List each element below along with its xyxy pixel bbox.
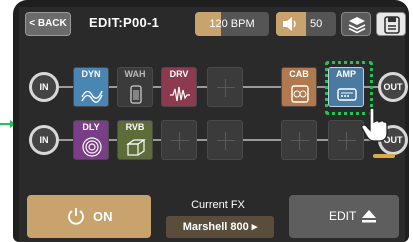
- dyn-wave-icon: [81, 90, 103, 103]
- fx-slot-label: DYN: [81, 69, 101, 79]
- chain-1-input[interactable]: IN: [29, 72, 59, 102]
- drive-wave-icon: [170, 86, 190, 102]
- current-fx-selector[interactable]: Marshell 800 ▸: [166, 216, 274, 238]
- bpm-label: 120 BPM: [209, 18, 255, 30]
- fx-slot-dly[interactable]: DLY: [73, 120, 109, 160]
- fx-slot-label: DRV: [169, 69, 189, 79]
- delay-circles-icon: [82, 137, 102, 157]
- output-active-indicator: [373, 154, 395, 158]
- fx-slot-label: CAB: [289, 69, 309, 79]
- fx-slot-label: DLY: [82, 122, 100, 132]
- reverb-cube-icon: [126, 139, 146, 156]
- save-icon: [384, 16, 400, 34]
- fx-slot-rvb[interactable]: RVB: [117, 120, 153, 160]
- fx-slot-empty[interactable]: [161, 120, 197, 160]
- layers-icon: [348, 17, 366, 34]
- fx-slot-cab[interactable]: CAB: [281, 67, 317, 107]
- edit-label: EDIT: [329, 209, 357, 223]
- chain-2-input[interactable]: IN: [29, 125, 59, 155]
- fx-on-button[interactable]: ON: [27, 195, 151, 238]
- eject-icon: [362, 210, 376, 223]
- volume-button[interactable]: 50: [276, 12, 336, 36]
- edit-button[interactable]: EDIT: [289, 195, 399, 238]
- chain-1-output[interactable]: OUT: [378, 72, 408, 102]
- wah-pedal-icon: [130, 85, 142, 104]
- back-button[interactable]: < BACK: [25, 12, 71, 36]
- fx-slot-drv[interactable]: DRV: [161, 67, 197, 107]
- fx-slot-label: RVB: [125, 122, 145, 132]
- bpm-button[interactable]: 120 BPM: [195, 12, 269, 36]
- fx-slot-label: WAH: [124, 69, 146, 79]
- cab-speaker-icon: [291, 85, 309, 103]
- fx-slot-empty[interactable]: [281, 120, 317, 160]
- speaker-icon: [283, 17, 296, 31]
- device-frame: < BACK EDIT:P00-1 120 BPM 50 IN DYN WAH …: [13, 0, 409, 242]
- fx-slot-empty[interactable]: [207, 120, 243, 160]
- fx-slot-empty[interactable]: [207, 67, 243, 107]
- layers-button[interactable]: [341, 12, 371, 36]
- fx-slot-dyn[interactable]: DYN: [73, 67, 109, 107]
- top-bar: < BACK EDIT:P00-1 120 BPM 50: [19, 7, 406, 41]
- bottom-bar: ON Current FX Marshell 800 ▸ EDIT: [19, 195, 405, 242]
- page-title: EDIT:P00-1: [89, 15, 160, 30]
- current-fx-label: Current FX: [191, 199, 245, 211]
- on-label: ON: [93, 209, 113, 224]
- save-button[interactable]: [376, 12, 406, 36]
- volume-label: 50: [310, 18, 323, 30]
- power-icon: [68, 208, 84, 225]
- signal-chain-2: IN DLY RVB OUT: [19, 120, 408, 160]
- edit-screen: < BACK EDIT:P00-1 120 BPM 50 IN DYN WAH …: [19, 7, 408, 242]
- pointing-hand-icon: [361, 107, 388, 142]
- fx-slot-wah[interactable]: WAH: [117, 67, 153, 107]
